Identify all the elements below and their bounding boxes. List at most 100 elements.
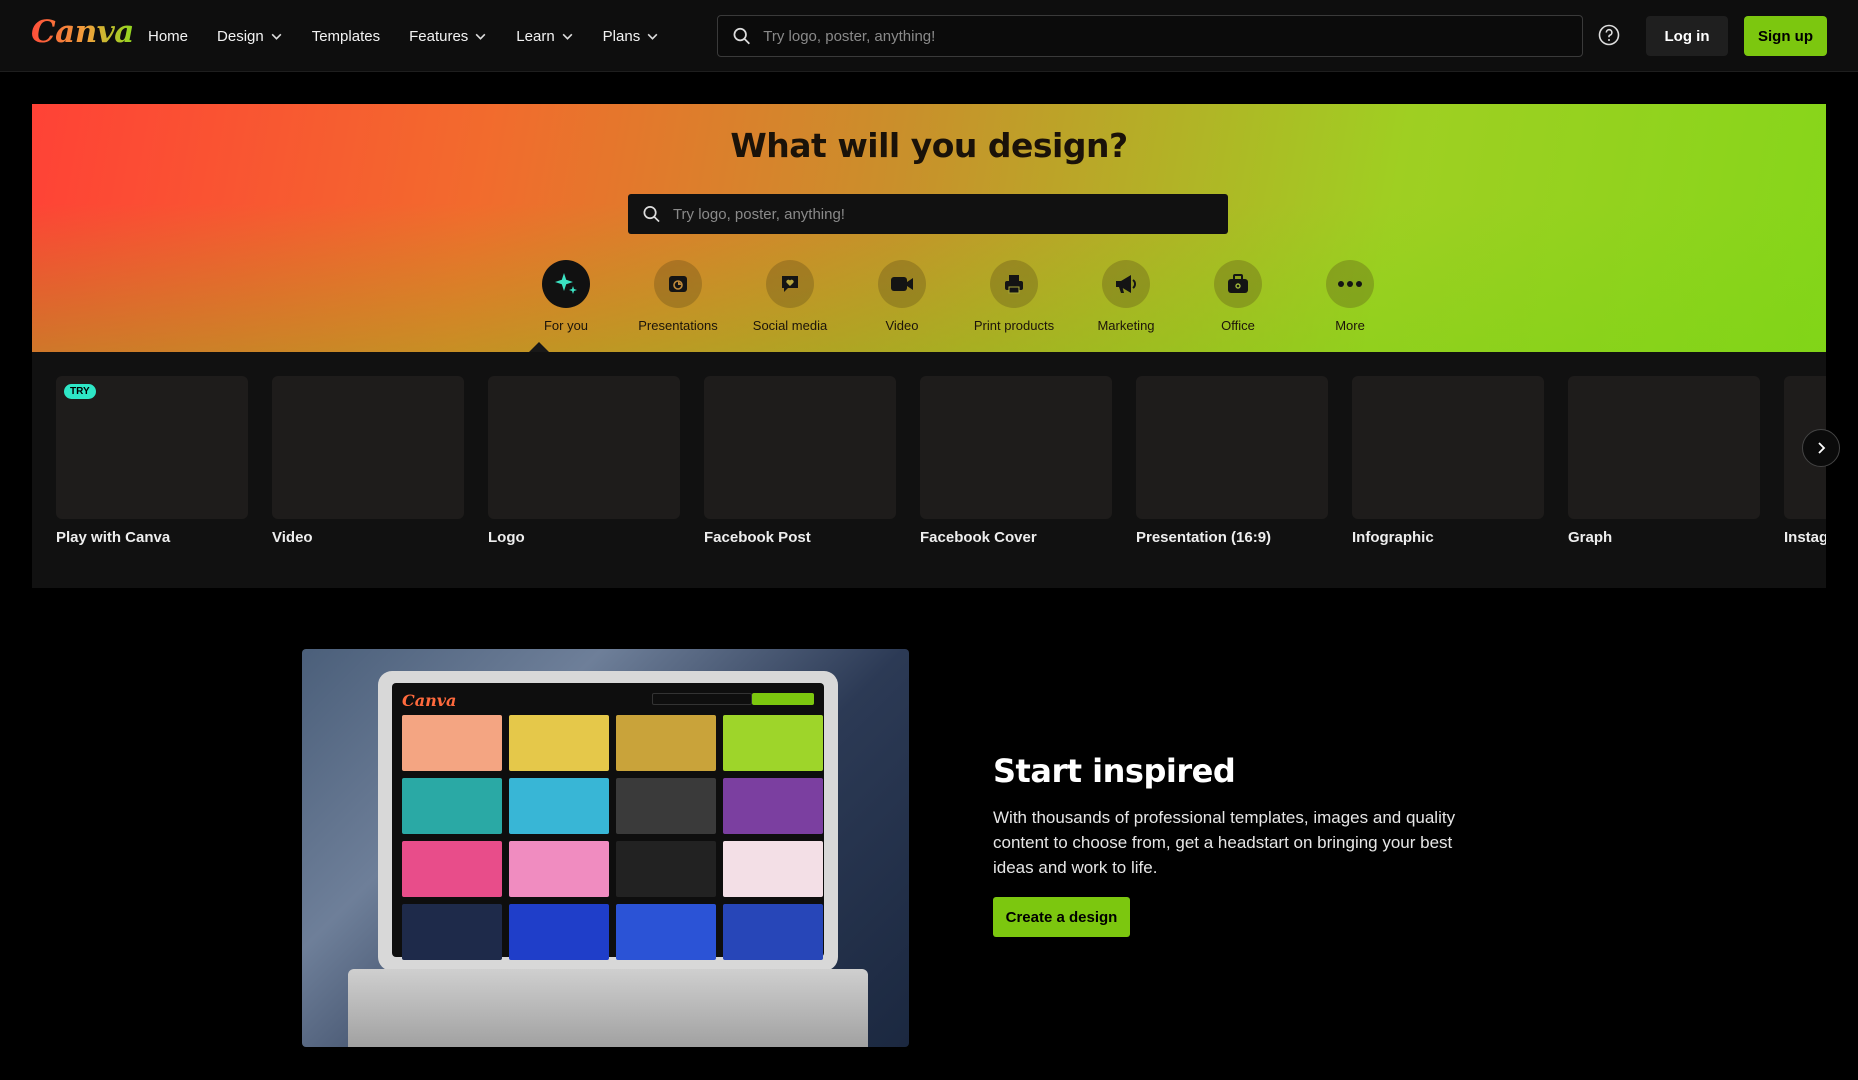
nav-design-label: Design — [217, 27, 264, 45]
category-row: For you Presentations Social media Video… — [510, 260, 1406, 333]
category-for-you[interactable]: For you — [510, 260, 622, 333]
category-social-media[interactable]: Social media — [734, 260, 846, 333]
template-thumb — [509, 778, 609, 834]
tile-thumbnail — [1352, 376, 1544, 519]
header-search — [717, 15, 1583, 57]
chevron-down-icon — [647, 33, 658, 40]
tile-thumbnail — [1568, 376, 1760, 519]
more-dots-icon — [1338, 281, 1362, 287]
screen-logo: Canva — [402, 691, 457, 710]
design-type-tile[interactable]: Video — [272, 376, 464, 546]
tile-label: Video — [272, 529, 313, 546]
tile-thumbnail: TRY — [56, 376, 248, 519]
hero-search — [628, 194, 1228, 234]
video-camera-icon — [891, 277, 913, 291]
presentation-icon — [669, 276, 687, 292]
tile-label: Play with Canva — [56, 529, 171, 546]
nav-templates-label: Templates — [311, 27, 381, 45]
category-label: Social media — [752, 318, 828, 333]
template-thumb — [402, 715, 502, 771]
heart-chat-icon — [782, 276, 798, 292]
screen-search — [652, 693, 752, 705]
nav-home-label: Home — [148, 27, 189, 45]
category-label: Print products — [973, 318, 1055, 333]
tile-label: Graph — [1568, 529, 1613, 546]
category-office[interactable]: Office — [1182, 260, 1294, 333]
category-label: Office — [1221, 318, 1255, 333]
feature-title: Start inspired — [993, 752, 1236, 790]
template-thumb — [402, 778, 502, 834]
template-thumb — [723, 841, 823, 897]
category-marketing[interactable]: Marketing — [1070, 260, 1182, 333]
nav-plans-label: Plans — [602, 27, 641, 45]
hero-banner: What will you design? For you Presentati… — [32, 104, 1826, 352]
design-type-tile[interactable]: Facebook Post — [704, 376, 896, 546]
create-design-button[interactable]: Create a design — [993, 897, 1130, 937]
tile-thumbnail — [704, 376, 896, 519]
design-type-tile[interactable]: Logo — [488, 376, 680, 546]
tile-thumbnail — [488, 376, 680, 519]
template-thumb — [723, 715, 823, 771]
template-thumb — [616, 715, 716, 771]
nav-home[interactable]: Home — [148, 28, 188, 45]
tile-label: Facebook Cover — [920, 529, 1037, 546]
tile-label: Infographic — [1352, 529, 1434, 546]
category-label: More — [1335, 318, 1365, 333]
category-print-products[interactable]: Print products — [958, 260, 1070, 333]
design-type-tile[interactable]: Graph — [1568, 376, 1760, 546]
template-thumb — [509, 715, 609, 771]
design-type-tile[interactable]: Presentation (16:9) — [1136, 376, 1328, 546]
tile-label: Facebook Post — [704, 529, 811, 546]
search-icon — [733, 27, 750, 45]
screen-button — [752, 693, 814, 705]
screen-template-grid — [402, 715, 823, 960]
category-label: Marketing — [1097, 318, 1155, 333]
nav-plans[interactable]: Plans — [603, 28, 660, 45]
search-icon — [643, 206, 660, 223]
nav-learn[interactable]: Learn — [516, 28, 573, 45]
canva-logo[interactable]: Canva — [31, 14, 134, 50]
sparkle-icon — [555, 273, 577, 294]
tile-thumbnail — [1136, 376, 1328, 519]
main-nav: Home Design Templates Features Learn Pla… — [148, 0, 659, 72]
template-thumb — [723, 778, 823, 834]
nav-templates[interactable]: Templates — [312, 28, 380, 45]
template-thumb — [616, 841, 716, 897]
template-thumb — [509, 841, 609, 897]
feature-description: With thousands of professional templates… — [993, 808, 1456, 877]
nav-learn-label: Learn — [516, 27, 555, 45]
chevron-down-icon — [271, 33, 282, 40]
template-thumb — [509, 904, 609, 960]
carousel-next-button[interactable] — [1802, 429, 1840, 467]
category-video[interactable]: Video — [846, 260, 958, 333]
design-type-tile[interactable]: Facebook Cover — [920, 376, 1112, 546]
top-nav: Canva Home Design Templates Features Lea… — [0, 0, 1858, 72]
laptop-screen: Canva — [392, 683, 824, 960]
design-type-tile[interactable]: TRY Play with Canva — [56, 376, 248, 546]
template-thumb — [402, 841, 502, 897]
design-type-list: TRY Play with Canva Video Logo Facebook … — [56, 376, 1826, 546]
tile-thumbnail — [272, 376, 464, 519]
design-type-tile[interactable]: Infographic — [1352, 376, 1544, 546]
category-presentations[interactable]: Presentations — [622, 260, 734, 333]
template-thumb — [723, 904, 823, 960]
chevron-down-icon — [562, 33, 573, 40]
signup-button[interactable]: Sign up — [1744, 16, 1827, 56]
category-more[interactable]: More — [1294, 260, 1406, 333]
nav-design[interactable]: Design — [217, 28, 283, 45]
login-button[interactable]: Log in — [1646, 16, 1728, 56]
hero-search-input[interactable] — [672, 205, 1228, 223]
tile-label: Presentation (16:9) — [1136, 529, 1272, 546]
tile-thumbnail — [920, 376, 1112, 519]
design-type-carousel: TRY Play with Canva Video Logo Facebook … — [32, 352, 1826, 588]
template-thumb — [616, 778, 716, 834]
category-label: Presentations — [638, 318, 718, 333]
template-thumb — [616, 904, 716, 960]
briefcase-icon — [1228, 274, 1248, 293]
chevron-down-icon — [475, 33, 486, 40]
question-circle-icon[interactable] — [1598, 24, 1620, 46]
header-search-input[interactable] — [763, 27, 1582, 45]
megaphone-icon — [1116, 275, 1136, 293]
nav-features[interactable]: Features — [409, 28, 487, 45]
laptop-keyboard — [348, 969, 868, 1047]
